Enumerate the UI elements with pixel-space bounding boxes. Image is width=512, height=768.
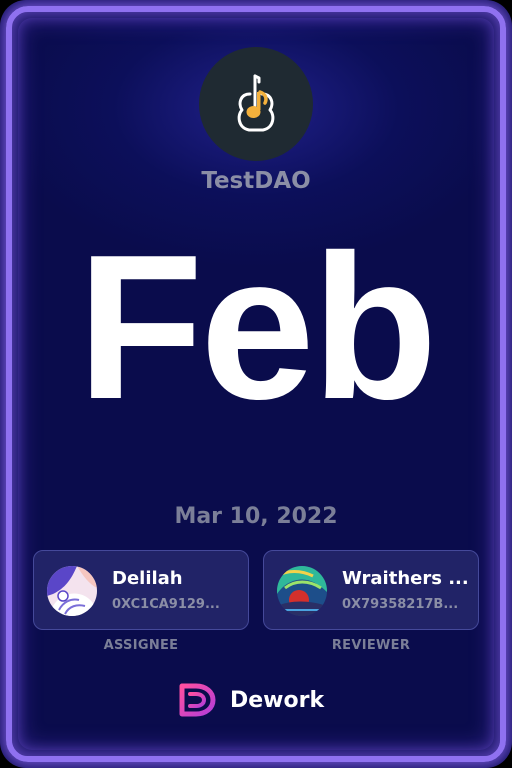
avatar-illustration	[47, 566, 97, 616]
reviewer-avatar	[277, 566, 327, 616]
guitar-icon	[237, 74, 275, 132]
reviewer-name: Wraithers ...	[342, 568, 469, 589]
dework-task-card: TestDAO Feb Mar 10, 2022 Delilah 0XC1CA9…	[0, 0, 512, 768]
dework-logo-icon	[179, 683, 216, 717]
reviewer-role-label: REVIEWER	[331, 638, 411, 653]
assignee-role-label: ASSIGNEE	[103, 638, 179, 653]
assignee-name: Delilah	[112, 568, 183, 589]
dework-brand: Dework	[178, 680, 324, 720]
avatar-illustration	[277, 566, 327, 616]
organization-name: TestDAO	[201, 168, 311, 194]
task-date: Mar 10, 2022	[174, 504, 338, 529]
assignee-avatar	[47, 566, 97, 616]
brand-name: Dework	[230, 687, 325, 713]
reviewer-address: 0X79358217B...	[342, 597, 459, 612]
reviewer-card[interactable]: Wraithers ... 0X79358217B...	[263, 550, 479, 630]
organization-logo	[199, 47, 313, 161]
task-month: Feb	[77, 212, 437, 442]
assignee-card[interactable]: Delilah 0XC1CA9129...	[33, 550, 249, 630]
assignee-address: 0XC1CA9129...	[112, 597, 220, 612]
